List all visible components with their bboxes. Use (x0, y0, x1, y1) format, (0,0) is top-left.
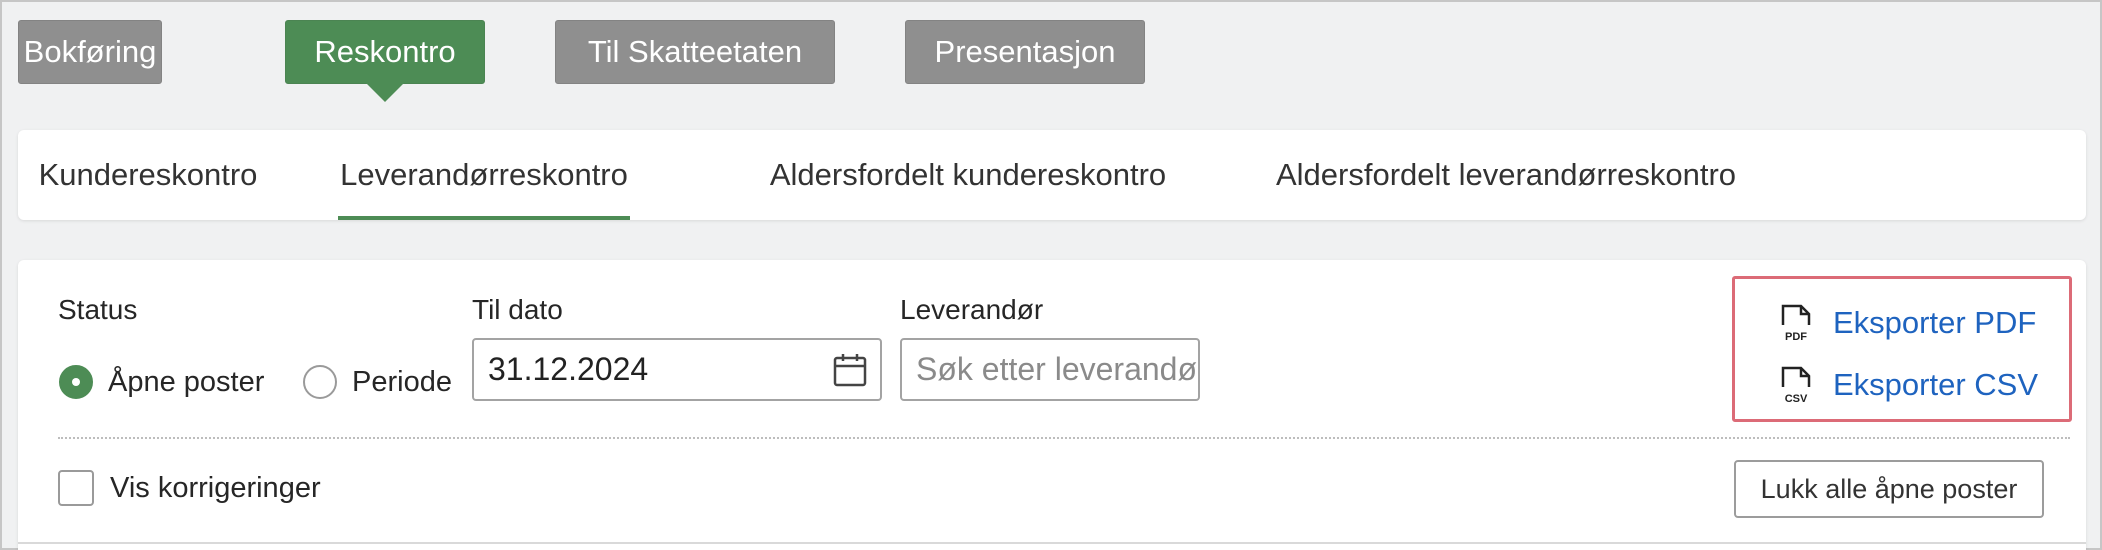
nav-bokforing-button[interactable]: Bokføring (18, 20, 162, 84)
active-indicator-caret (365, 82, 405, 102)
nav-reskontro-label: Reskontro (314, 34, 456, 69)
close-all-open-items-button[interactable]: Lukk alle åpne poster (1734, 460, 2044, 518)
nav-presentasjon-button[interactable]: Presentasjon (905, 20, 1145, 84)
sub-tab-bar: Kundereskontro Leverandørreskontro Alder… (18, 130, 2086, 220)
pdf-file-icon: PDF (1781, 304, 1811, 343)
tab-aldersfordelt-kundereskontro[interactable]: Aldersfordelt kundereskontro (758, 130, 1178, 220)
nav-til-skatteetaten-button[interactable]: Til Skatteetaten (555, 20, 835, 84)
radio-periode[interactable] (303, 365, 337, 399)
export-csv-label: Eksporter CSV (1833, 367, 2039, 402)
tab-aldersfordelt-kundereskontro-label: Aldersfordelt kundereskontro (769, 157, 1167, 192)
date-value: 31.12.2024 (488, 351, 649, 387)
tab-leverandorreskontro[interactable]: Leverandørreskontro (338, 130, 630, 220)
nav-reskontro-button[interactable]: Reskontro (285, 20, 485, 102)
nav-bokforing-label: Bokføring (23, 34, 157, 69)
csv-file-icon: CSV (1781, 366, 1811, 405)
calendar-icon[interactable] (832, 352, 868, 388)
show-corrections-label[interactable]: Vis korrigeringer (110, 472, 321, 505)
tab-aldersfordelt-leverandorreskontro-label: Aldersfordelt leverandørreskontro (1275, 157, 1737, 192)
tab-kundereskontro[interactable]: Kundereskontro (39, 130, 258, 220)
radio-apne-poster[interactable] (59, 365, 93, 399)
export-pdf-link[interactable]: PDF Eksporter PDF (1779, 301, 2036, 345)
nav-presentasjon-label: Presentasjon (934, 34, 1116, 69)
radio-apne-poster-label[interactable]: Åpne poster (108, 366, 264, 399)
filter-bottom-border (18, 542, 2086, 544)
date-label: Til dato (472, 294, 563, 325)
tab-aldersfordelt-leverandorreskontro[interactable]: Aldersfordelt leverandørreskontro (1266, 130, 1746, 220)
filter-panel: Status Åpne poster Periode Til dato 31.1… (18, 260, 2086, 550)
supplier-search-field[interactable] (900, 338, 1200, 401)
radio-periode-label[interactable]: Periode (352, 366, 452, 399)
csv-icon-text: CSV (1785, 393, 1808, 405)
filter-divider (58, 437, 2070, 439)
pdf-icon-text: PDF (1785, 331, 1807, 343)
show-corrections-checkbox[interactable] (58, 470, 94, 506)
tab-kundereskontro-label: Kundereskontro (38, 157, 258, 192)
export-pdf-label: Eksporter PDF (1833, 305, 2037, 340)
supplier-label: Leverandør (900, 294, 1044, 325)
export-highlight-box: PDF Eksporter PDF CSV Eksporter CSV (1732, 276, 2072, 422)
tab-leverandorreskontro-label: Leverandørreskontro (340, 157, 628, 192)
date-field[interactable]: 31.12.2024 (472, 338, 882, 401)
supplier-search-input[interactable] (916, 351, 1198, 388)
export-csv-link[interactable]: CSV Eksporter CSV (1779, 363, 2038, 407)
status-label: Status (58, 294, 138, 325)
nav-til-skatteetaten-label: Til Skatteetaten (587, 34, 803, 69)
